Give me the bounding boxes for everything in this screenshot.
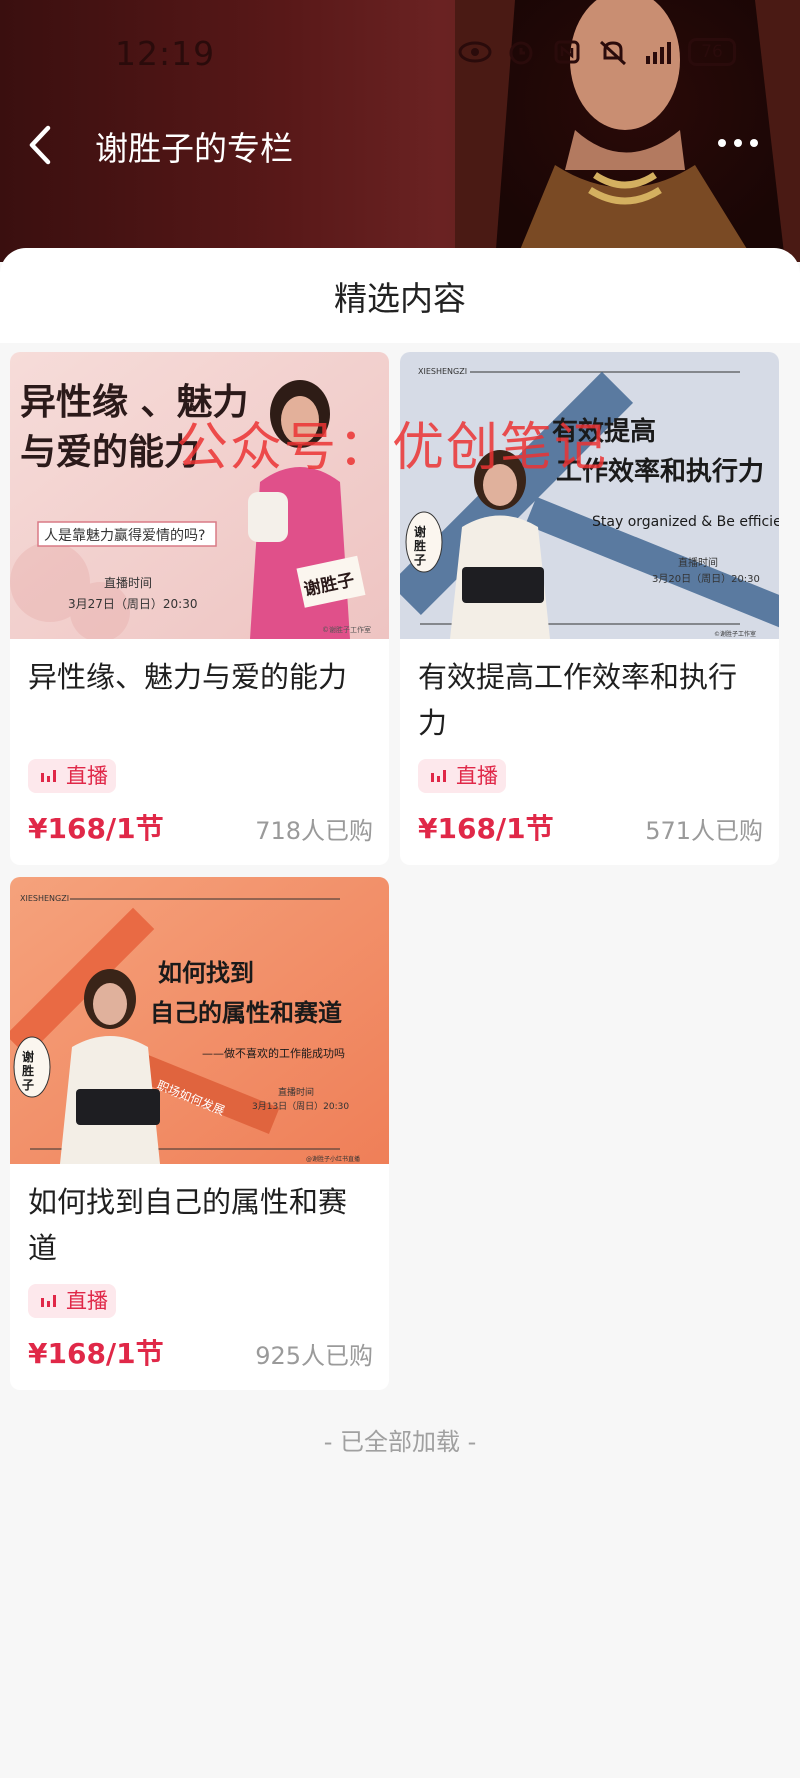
cover-headline-2: 自己的属性和赛道 (150, 999, 342, 1027)
cover-headline-1: 异性缘 、魅力 (20, 382, 249, 423)
cover-time-label: 直播时间 (678, 556, 718, 569)
more-dots-icon (718, 139, 758, 147)
status-bar: 12:19 76 (0, 30, 800, 80)
svg-text:子: 子 (22, 1078, 34, 1092)
cover-sign: 谢 (414, 524, 426, 539)
course-cover-image: 异性缘 、魅力 与爱的能力 人是靠魅力赢得爱情的吗? 直播时间 3月27日（周日… (10, 352, 389, 639)
cover-brand: XIESHENGZI (20, 894, 69, 903)
course-sold-count: 571人已购 (645, 817, 763, 845)
cover-time: 3月20日（周日）20:30 (652, 573, 760, 585)
cover-headline-2: 工作效率和执行力 (556, 456, 764, 487)
cover-headline-1: 如何找到 (158, 959, 254, 987)
cover-credit: ©谢胜子工作室 (714, 630, 756, 638)
section-header: 精选内容 (0, 248, 800, 343)
profile-header: 12:19 76 谢胜子的专栏 (0, 0, 800, 262)
cover-brand: XIESHENGZI (418, 367, 467, 376)
course-card[interactable]: XIESHENGZI 有效提高 工作效率和执行力 Stay organized … (400, 352, 779, 865)
cover-sign: 谢 (22, 1049, 34, 1064)
course-sold-count: 925人已购 (255, 1342, 373, 1370)
battery-level: 76 (688, 38, 736, 66)
cover-subtitle: ——做不喜欢的工作能成功吗 (202, 1046, 345, 1060)
status-time: 12:19 (115, 34, 216, 73)
cover-credit: ©谢胜子工作室 (322, 625, 371, 634)
more-button[interactable] (712, 128, 764, 158)
cover-subtitle: Stay organized & Be efficient (592, 514, 779, 530)
course-title: 异性缘、魅力与爱的能力 (28, 660, 348, 694)
course-cover-image: XIESHENGZI 职场如何发展 如何找到 自己的属性和赛道 ——做不喜欢的工… (10, 877, 389, 1164)
live-bars-icon (431, 770, 446, 782)
live-badge: 直播 (28, 1284, 116, 1318)
svg-text:胜: 胜 (414, 538, 426, 553)
cover-headline-1: 有效提高 (552, 416, 656, 447)
course-price: ¥168/1节 (28, 1337, 164, 1370)
svg-text:胜: 胜 (22, 1063, 34, 1078)
cover-headline-2: 与爱的能力 (20, 432, 200, 473)
nav-bar: 谢胜子的专栏 (0, 110, 800, 180)
cover-credit: @谢胜子小红书直播 (306, 1155, 360, 1163)
cover-time-label: 直播时间 (104, 576, 152, 590)
live-badge-label: 直播 (456, 764, 498, 788)
course-price: ¥168/1节 (418, 812, 554, 845)
course-sold-count: 718人已购 (255, 817, 373, 845)
live-badge-label: 直播 (66, 1289, 108, 1313)
page-title: 谢胜子的专栏 (95, 129, 293, 168)
course-price: ¥168/1节 (28, 812, 164, 845)
eye-icon (458, 41, 492, 63)
status-icons: 76 (458, 38, 736, 66)
course-card[interactable]: 异性缘 、魅力 与爱的能力 人是靠魅力赢得爱情的吗? 直播时间 3月27日（周日… (10, 352, 389, 865)
course-title: 如何找到自己的属性和赛道 (28, 1185, 348, 1265)
end-of-list-note: - 已全部加载 - (323, 1428, 477, 1456)
live-bars-icon (41, 770, 56, 782)
alarm-icon (509, 41, 533, 65)
live-badge: 直播 (28, 759, 116, 793)
section-title: 精选内容 (334, 279, 466, 318)
signal-5g-icon (646, 42, 671, 64)
mute-icon (599, 40, 627, 66)
cover-time: 3月13日（周日）20:30 (252, 1101, 349, 1112)
back-button[interactable] (20, 120, 60, 170)
course-cover-image: XIESHENGZI 有效提高 工作效率和执行力 Stay organized … (400, 352, 779, 639)
svg-text:子: 子 (414, 553, 426, 567)
chevron-left-icon (29, 125, 51, 165)
live-badge-label: 直播 (66, 764, 108, 788)
course-card[interactable]: XIESHENGZI 职场如何发展 如何找到 自己的属性和赛道 ——做不喜欢的工… (10, 877, 389, 1390)
course-title: 有效提高工作效率和执行力 (418, 660, 738, 740)
cover-time-label: 直播时间 (278, 1086, 314, 1098)
live-bars-icon (41, 1295, 56, 1307)
live-badge: 直播 (418, 759, 506, 793)
nfc-icon (554, 40, 580, 64)
cover-time: 3月27日（周日）20:30 (68, 597, 198, 611)
cover-subtitle: 人是靠魅力赢得爱情的吗? (44, 527, 205, 544)
